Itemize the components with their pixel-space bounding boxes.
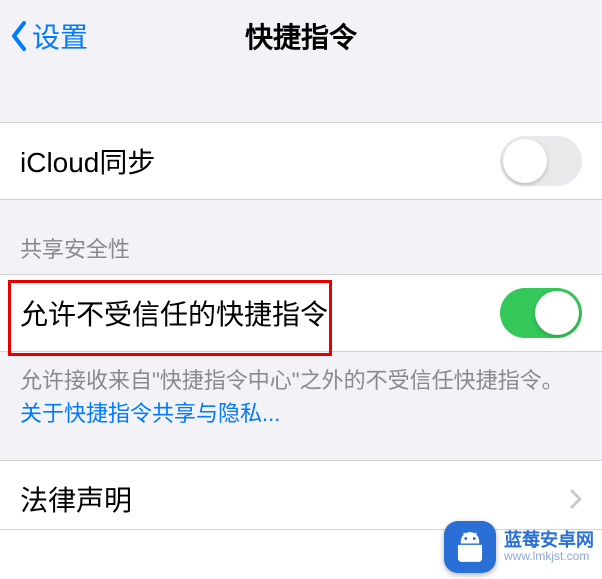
back-button[interactable]: 设置 xyxy=(10,16,88,56)
watermark-url: www.lmkjst.com xyxy=(504,550,594,563)
allow-untrusted-label: 允许不受信任的快捷指令 xyxy=(20,293,328,333)
chevron-right-icon xyxy=(570,489,582,509)
sharing-security-header: 共享安全性 xyxy=(0,200,602,274)
icloud-sync-toggle[interactable] xyxy=(500,136,582,186)
icloud-sync-row: iCloud同步 xyxy=(0,122,602,200)
icloud-sync-label: iCloud同步 xyxy=(20,141,155,181)
android-icon xyxy=(444,521,496,573)
untrusted-footer-text: 允许接收来自"快捷指令中心"之外的不受信任快捷指令。 xyxy=(20,368,564,393)
privacy-link[interactable]: 关于快捷指令共享与隐私... xyxy=(20,401,280,426)
untrusted-footer: 允许接收来自"快捷指令中心"之外的不受信任快捷指令。 关于快捷指令共享与隐私..… xyxy=(0,352,602,460)
allow-untrusted-row: 允许不受信任的快捷指令 xyxy=(0,274,602,352)
allow-untrusted-toggle[interactable] xyxy=(500,288,582,338)
toggle-knob xyxy=(503,139,547,183)
watermark-title: 蓝莓安卓网 xyxy=(504,531,594,551)
legal-label: 法律声明 xyxy=(20,479,132,519)
watermark: 蓝莓安卓网 www.lmkjst.com xyxy=(444,521,594,573)
nav-bar: 设置 快捷指令 xyxy=(0,0,602,72)
chevron-left-icon xyxy=(10,21,28,51)
toggle-knob xyxy=(535,291,579,335)
back-label: 设置 xyxy=(32,16,88,56)
page-title: 快捷指令 xyxy=(245,16,357,56)
